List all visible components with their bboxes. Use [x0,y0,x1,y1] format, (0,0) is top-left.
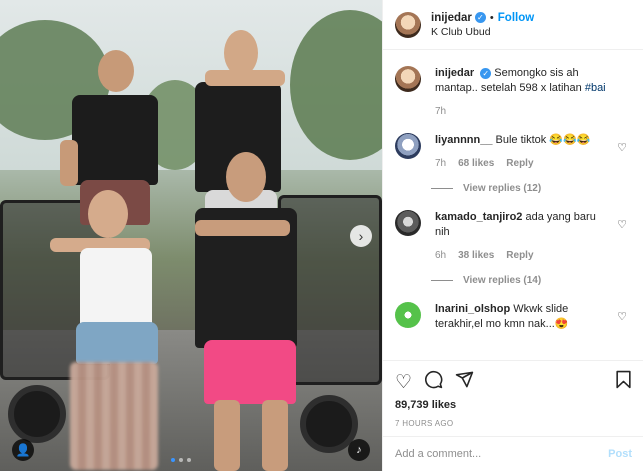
comment-item: lnarini_olshop Wkwk slide terakhir,el mo… [395,302,631,332]
avatar[interactable] [395,133,421,159]
caption-time[interactable]: 7h [435,104,446,119]
buggy-wheel [8,385,66,443]
caption-username[interactable]: inijedar [435,67,474,79]
separator-dot: • [489,11,494,24]
comment-heart-icon[interactable]: ♡ [617,310,627,323]
avatar[interactable] [395,210,421,236]
post-media[interactable]: › 👤 ♪ [0,0,382,471]
comment-item: kamado_tanjiro2 ada yang baru nih 6h 38 … [395,210,631,263]
comment-likes[interactable]: 38 likes [458,248,494,263]
reply-button[interactable]: Reply [506,156,533,171]
carousel-dot [179,458,183,462]
post-actions: ♡ 89,739 likes 7 HOURS AGO [383,360,643,428]
avatar[interactable] [395,11,421,38]
audio-icon[interactable]: ♪ [348,439,370,461]
add-comment-bar: Post [383,436,643,471]
comment-likes[interactable]: 68 likes [458,156,494,171]
view-replies-line [431,280,453,281]
comment-time[interactable]: 7h [435,156,446,171]
send-icon[interactable] [455,370,474,395]
blurred-region [70,362,158,470]
view-replies-label: View replies (14) [463,275,542,286]
bookmark-icon[interactable] [615,370,632,395]
post-comment-button[interactable]: Post [608,448,632,460]
carousel-dot-active [171,458,175,462]
verified-badge-icon: ✓ [480,68,492,79]
likes-count[interactable]: 89,739 likes [395,399,632,411]
header-username[interactable]: inijedar [431,11,472,25]
comment-text: Bule tiktok 😂😂😂 [495,134,591,146]
post-timestamp[interactable]: 7 HOURS AGO [395,419,632,428]
caption: inijedar ✓ Semongko sis ah mantap.. sete… [395,66,631,119]
comment-item: liyannnn__ Bule tiktok 😂😂😂 7h 68 likes R… [395,133,631,171]
view-replies-button[interactable]: View replies (14) [431,275,631,286]
user-tag-icon[interactable]: 👤 [12,439,34,461]
comment-username[interactable]: kamado_tanjiro2 [435,211,522,223]
comment-heart-icon[interactable]: ♡ [617,218,627,231]
next-slide-button[interactable]: › [350,225,372,247]
location-link[interactable]: K Club Ubud [431,25,534,39]
comment-time[interactable]: 6h [435,248,446,263]
avatar[interactable] [395,302,421,328]
comment-bubble-icon[interactable] [424,370,443,395]
comment-username[interactable]: liyannnn__ [435,134,492,146]
comment-username[interactable]: lnarini_olshop [435,303,510,315]
avatar[interactable] [395,66,421,92]
comments-list: inijedar ✓ Semongko sis ah mantap.. sete… [383,50,643,332]
caption-hashtag[interactable]: #bai [585,82,606,94]
carousel-indicator [171,458,191,462]
post-side-panel: inijedar ✓ • Follow K Club Ubud inijedar… [382,0,643,471]
verified-badge-icon: ✓ [474,12,486,23]
post-header: inijedar ✓ • Follow K Club Ubud [383,0,643,50]
view-replies-label: View replies (12) [463,183,542,194]
reply-button[interactable]: Reply [506,248,533,263]
view-replies-button[interactable]: View replies (12) [431,183,631,194]
view-replies-line [431,188,453,189]
follow-button[interactable]: Follow [498,11,534,25]
comment-input[interactable] [395,448,609,460]
heart-icon[interactable]: ♡ [395,371,412,394]
carousel-dot [187,458,191,462]
comment-heart-icon[interactable]: ♡ [617,141,627,154]
